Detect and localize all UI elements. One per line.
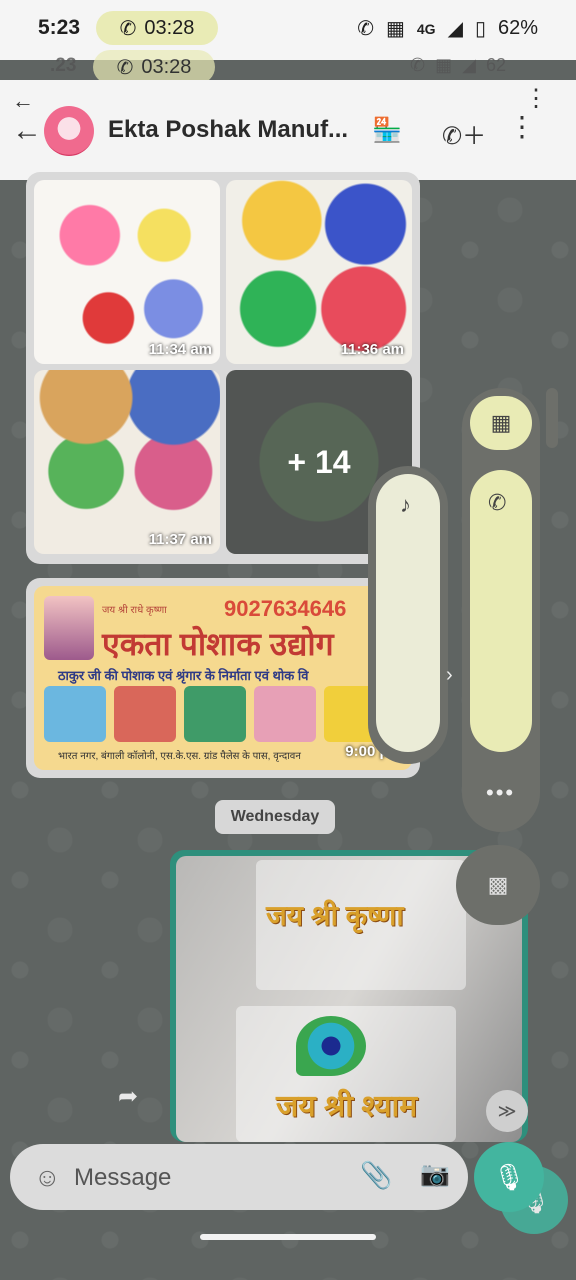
store-icon[interactable]: 🏪 <box>372 116 402 145</box>
camera-icon[interactable]: 📷 <box>420 1160 450 1189</box>
more-vert-icon[interactable]: ⋮ <box>508 110 536 143</box>
status-time: 5:23 <box>38 16 81 39</box>
phone-icon: ✆ <box>488 490 507 515</box>
photo-text: जय श्री कृष्णा <box>266 900 404 931</box>
phone-icon: ✆ <box>119 17 137 40</box>
vibrate-status-icon: ▦ <box>435 55 453 75</box>
product-image <box>254 686 316 742</box>
scroll-down-button[interactable]: ≫ <box>486 1090 528 1132</box>
product-image <box>44 686 106 742</box>
banner-image-message[interactable]: जय श्री राधे कृष्णा 9027634646 एकता पोशा… <box>26 578 420 778</box>
avatar[interactable] <box>44 106 94 156</box>
add-call-icon[interactable]: ✆＋ <box>442 116 486 151</box>
date-divider: Wednesday <box>215 800 335 834</box>
banner-small-text: जय श्री राधे कृष्णा <box>102 605 167 616</box>
double-chevron-down-icon: ≫ <box>497 1100 517 1121</box>
network-type: 4G <box>416 20 436 37</box>
ghost-call-pill: ✆ 03:28 <box>93 50 215 84</box>
message-time: 11:34 am <box>148 341 212 358</box>
banner-image[interactable]: जय श्री राधे कृष्णा 9027634646 एकता पोशा… <box>34 586 412 770</box>
ghost-panel-edge <box>546 388 558 448</box>
message-input[interactable] <box>72 1161 346 1195</box>
signal-icon: ◢ <box>447 18 463 40</box>
status-bar: 5:23 ✆ 03:28 ✆ ▦ 4G ◢ ▯ 62% <box>0 0 576 60</box>
ghost-battery-percent: 62 <box>485 55 506 75</box>
ghost-status-icons: ✆ ▦ ◢ 62 <box>410 55 506 76</box>
product-image <box>114 686 176 742</box>
wifi-call-icon: ✆ <box>357 18 374 40</box>
message-time: 11:37 am <box>148 531 212 548</box>
phone-icon: ✆ <box>116 56 134 79</box>
ghost-more-vert-icon[interactable]: ⋮ <box>524 84 548 113</box>
ghost-call-timer: 03:28 <box>141 55 192 78</box>
mic-icon: 🎙 <box>492 1161 526 1192</box>
image-thumbnail[interactable]: 11:34 am <box>34 180 220 364</box>
ongoing-call-pill[interactable]: ✆ 03:28 <box>96 11 218 45</box>
forward-icon[interactable]: ➦ <box>118 1082 138 1111</box>
gesture-navigation-bar[interactable] <box>200 1234 376 1240</box>
deity-image <box>44 596 94 660</box>
vibrate-icon: ▦ <box>490 410 512 435</box>
image-thumbnail[interactable]: 11:37 am <box>34 370 220 554</box>
vibrate-status-icon: ▦ <box>385 18 405 40</box>
peacock-feather-image <box>296 1016 366 1076</box>
photo-text: जय श्री श्याम <box>276 1090 418 1123</box>
ghost-back-arrow-icon[interactable]: ← <box>12 88 34 114</box>
banner-phone: 9027634646 <box>224 596 347 621</box>
emoji-icon[interactable]: ☺ <box>34 1162 61 1193</box>
vibrate-toggle[interactable]: ▦ <box>470 396 532 450</box>
music-note-icon: ♪ <box>400 492 411 517</box>
call-timer: 03:28 <box>144 16 195 39</box>
chat-header: ← ⋮ ← Ekta Poshak Manuf... 🏪 ✆＋ ⋮ <box>0 80 576 180</box>
battery-percent: 62% <box>497 17 538 39</box>
image-grid-message[interactable]: 11:34 am 11:36 am 11:37 am + 14 <box>26 172 420 564</box>
message-time: 11:36 am <box>340 341 404 358</box>
message-composer: ☺ 📎 📷 <box>10 1144 468 1210</box>
signal-icon: ◢ <box>462 55 476 75</box>
banner-subtitle: ठाकुर जी की पोशाक एवं श्रृंगार के निर्मा… <box>58 668 309 683</box>
chat-title[interactable]: Ekta Poshak Manuf... <box>108 116 348 144</box>
wifi-call-icon: ✆ <box>410 55 426 75</box>
captions-off-icon: ▩ <box>487 872 509 897</box>
image-thumbnail[interactable]: 11:36 am <box>226 180 412 364</box>
battery-icon: ▯ <box>474 18 486 40</box>
more-horiz-icon[interactable]: ••• <box>486 780 515 806</box>
back-arrow-icon[interactable]: ← <box>12 114 42 148</box>
live-caption-button[interactable]: ▩ <box>456 845 540 925</box>
banner-title: एकता पोशाक उद्योग <box>102 626 334 662</box>
ghost-status-time: .23 <box>50 55 77 76</box>
status-icons: ✆ ▦ 4G ◢ ▯ 62% <box>357 16 538 41</box>
voice-message-button[interactable]: 🎙 <box>474 1142 544 1212</box>
attach-icon[interactable]: 📎 <box>360 1160 392 1191</box>
chevron-right-icon: › <box>446 664 453 686</box>
banner-address: भारत नगर, बंगाली कॉलोनी, एस.के.एस. ग्रां… <box>58 751 301 762</box>
product-image <box>184 686 246 742</box>
